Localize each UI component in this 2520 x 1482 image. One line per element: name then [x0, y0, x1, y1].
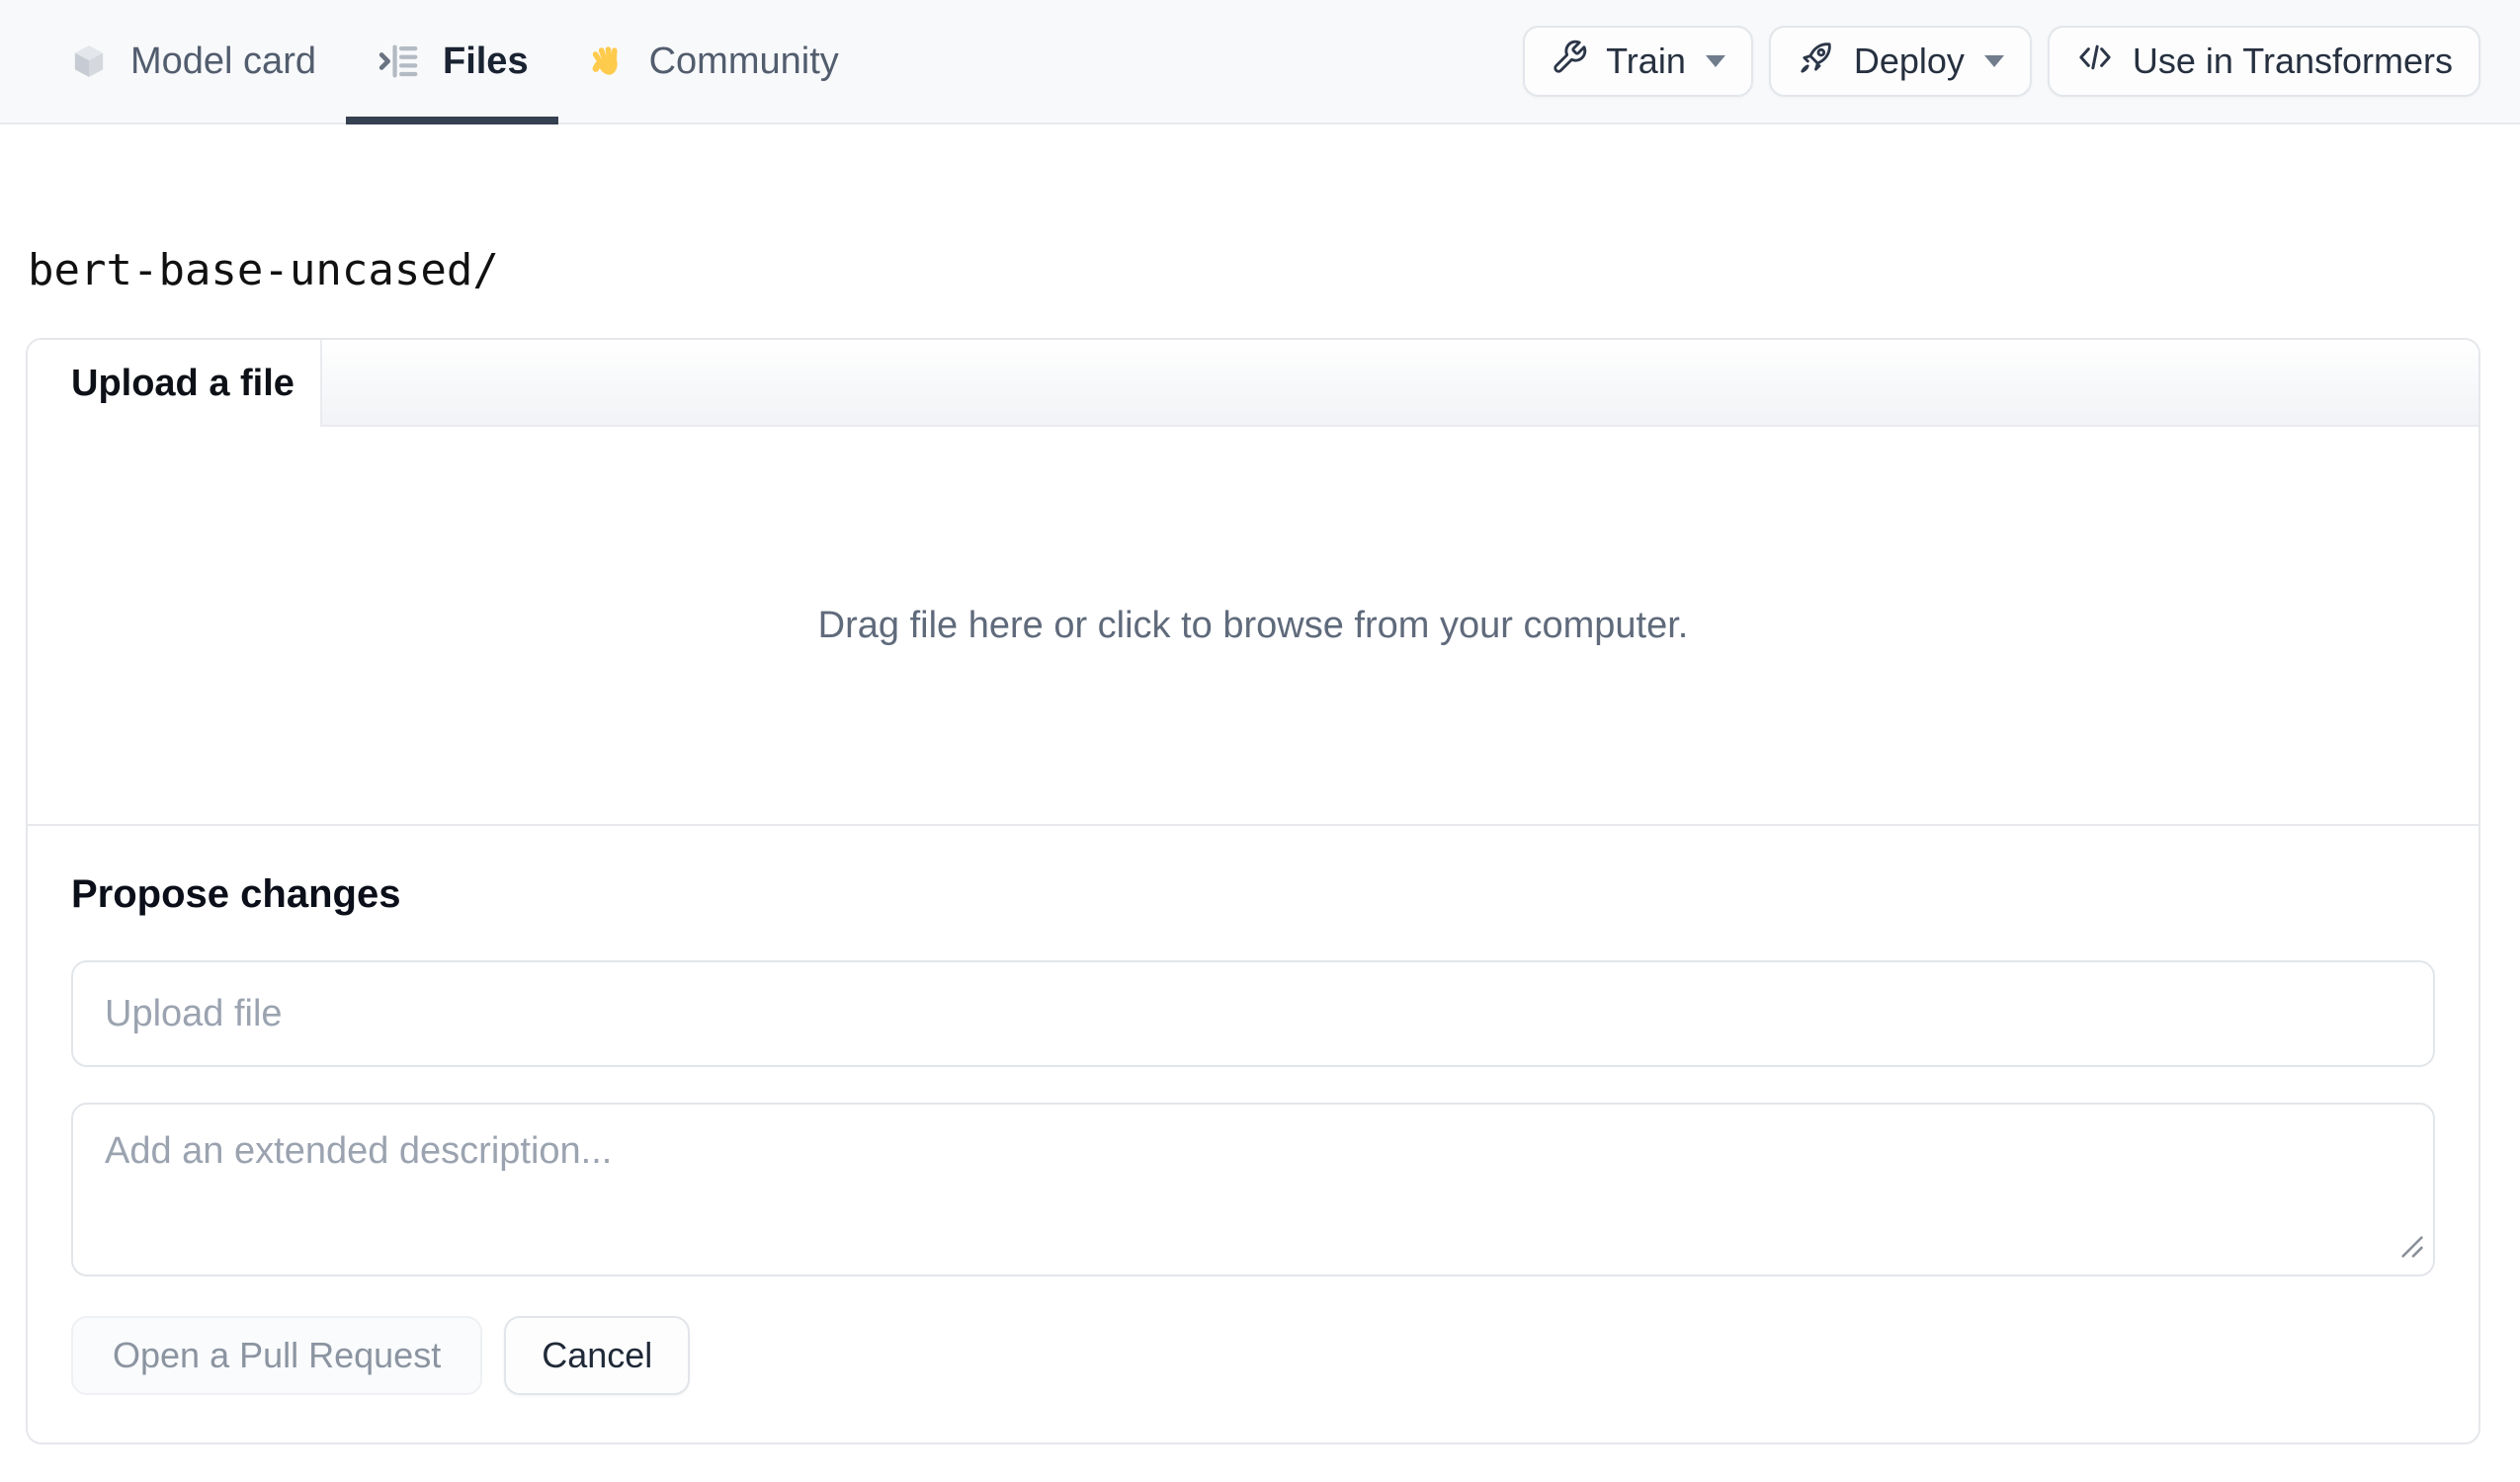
deploy-button[interactable]: Deploy [1768, 26, 2032, 97]
upload-card-header: Upload a file [28, 340, 2478, 427]
cancel-button[interactable]: Cancel [504, 1316, 691, 1395]
use-in-transformers-label: Use in Transformers [2132, 41, 2453, 81]
train-label: Train [1606, 41, 1686, 81]
tab-label: Community [648, 40, 839, 82]
upload-card: Upload a file Drag file here or click to… [26, 338, 2480, 1444]
tab-model-card[interactable]: Model card [40, 0, 346, 123]
tab-community[interactable]: Community [558, 0, 869, 123]
deploy-label: Deploy [1853, 41, 1965, 81]
propose-changes-heading: Propose changes [71, 872, 401, 916]
propose-changes-section: Propose changes Open a Pull Request Canc… [28, 826, 2478, 1439]
tab-label: Files [442, 40, 529, 82]
repo-action-buttons: Train Deploy Use in Transformers [1523, 0, 2480, 123]
commit-description-textarea[interactable] [71, 1103, 2435, 1276]
resize-handle-icon[interactable] [2397, 1232, 2427, 1267]
code-icon [2075, 38, 2115, 86]
tab-files[interactable]: Files [345, 0, 558, 124]
train-button[interactable]: Train [1523, 26, 1753, 97]
cube-icon [69, 41, 109, 81]
repo-tabs: Model card Files Community [40, 0, 869, 124]
caret-down-icon [1983, 55, 2004, 67]
dropzone-text: Drag file here or click to browse from y… [817, 604, 1689, 646]
caret-down-icon [1705, 55, 1725, 67]
rocket-icon [1797, 38, 1836, 86]
tab-label: Model card [130, 40, 316, 82]
breadcrumb: bert-base-uncased/ [28, 241, 499, 300]
open-pull-request-button[interactable]: Open a Pull Request [71, 1316, 483, 1395]
files-list-icon [376, 39, 421, 84]
commit-description-wrapper [71, 1103, 2435, 1276]
wave-emoji-icon [588, 41, 628, 81]
use-in-transformers-button[interactable]: Use in Transformers [2047, 26, 2480, 97]
file-dropzone[interactable]: Drag file here or click to browse from y… [28, 427, 2478, 826]
top-navigation: Model card Files Community Train Deploy … [0, 0, 2520, 124]
wrench-icon [1551, 39, 1588, 85]
propose-actions-row: Open a Pull Request Cancel [71, 1316, 2435, 1395]
tab-upload-a-file[interactable]: Upload a file [28, 340, 322, 427]
commit-title-input[interactable] [71, 960, 2435, 1067]
repo-path[interactable]: bert-base-uncased/ [28, 245, 499, 295]
